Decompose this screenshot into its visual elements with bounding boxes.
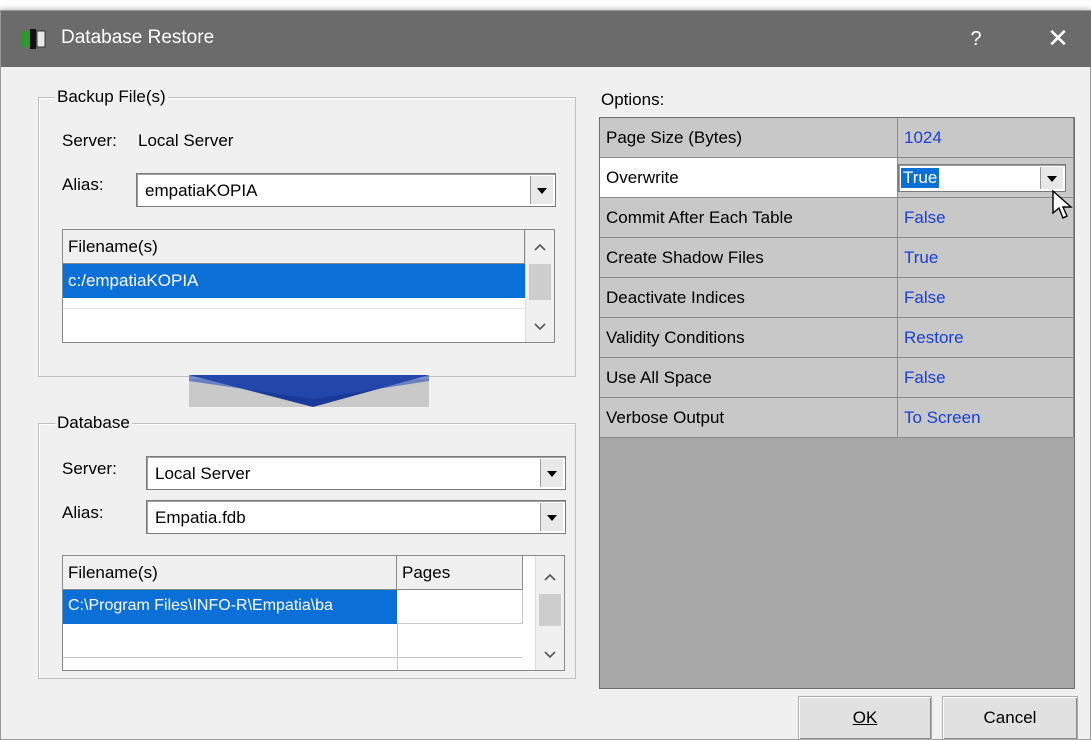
- scroll-down-icon[interactable]: [540, 646, 560, 664]
- database-restore-dialog: Database Restore ? ✕ Backup File(s) Serv…: [0, 10, 1091, 740]
- option-name: Overwrite: [606, 168, 679, 187]
- window-title: Database Restore: [61, 27, 215, 48]
- chevron-down-icon[interactable]: [530, 176, 553, 204]
- option-name: Use All Space: [606, 368, 712, 387]
- scrollbar-thumb[interactable]: [529, 264, 551, 300]
- option-value: 1024: [904, 128, 942, 147]
- database-server-value: Local Server: [155, 464, 251, 483]
- option-name: Commit After Each Table: [606, 208, 793, 227]
- backup-server-value: Local Server: [138, 131, 234, 150]
- mouse-cursor-icon: [1051, 189, 1075, 221]
- option-value: To Screen: [904, 408, 981, 427]
- ok-button-label: OK: [852, 708, 878, 727]
- overwrite-combo[interactable]: True: [898, 164, 1066, 192]
- backup-alias-label-text: Alias:: [62, 175, 104, 194]
- ok-button[interactable]: OK: [798, 696, 932, 740]
- option-name-cell[interactable]: Create Shadow Files: [600, 238, 898, 278]
- option-value-cell[interactable]: 1024: [898, 118, 1074, 158]
- database-alias-combo[interactable]: Empatia.fdb: [146, 500, 566, 534]
- database-files-list[interactable]: Filename(s) Pages C:\Program Files\INFO-…: [62, 555, 565, 671]
- option-value: False: [904, 288, 946, 307]
- title-bar[interactable]: Database Restore ? ✕: [1, 11, 1091, 67]
- option-value-cell[interactable]: False: [898, 278, 1074, 318]
- database-group-label: Database: [55, 413, 132, 433]
- option-name-cell[interactable]: Overwrite: [600, 158, 898, 198]
- backup-row-divider: [63, 308, 525, 309]
- backup-server-label: Server:: [62, 131, 117, 150]
- scroll-down-icon[interactable]: [530, 318, 550, 336]
- overwrite-value: True: [901, 168, 940, 188]
- option-value-cell[interactable]: Restore: [898, 318, 1074, 358]
- option-value-cell[interactable]: False: [898, 198, 1074, 238]
- database-pages-header[interactable]: Pages: [397, 556, 523, 590]
- option-value: False: [904, 208, 946, 227]
- backup-list-scrollbar[interactable]: [525, 230, 554, 342]
- database-file-row[interactable]: C:\Program Files\INFO-R\Empatia\ba: [63, 590, 397, 624]
- backup-alias-value: empatiaKOPIA: [145, 181, 258, 200]
- cancel-button-label: Cancel: [983, 708, 1037, 727]
- option-name-cell[interactable]: Validity Conditions: [600, 318, 898, 358]
- backup-alias-label: Alias:: [62, 175, 104, 195]
- cancel-button[interactable]: Cancel: [942, 696, 1078, 740]
- chevron-down-icon[interactable]: [1040, 167, 1063, 189]
- option-value-cell[interactable]: To Screen: [898, 398, 1074, 438]
- backup-files-group-label: Backup File(s): [55, 87, 168, 107]
- option-name-cell[interactable]: Deactivate Indices: [600, 278, 898, 318]
- scroll-up-icon[interactable]: [530, 238, 550, 256]
- database-empty-row: [63, 624, 523, 658]
- option-name: Deactivate Indices: [606, 288, 745, 307]
- option-value-cell[interactable]: False: [898, 358, 1074, 398]
- option-name-cell[interactable]: Use All Space: [600, 358, 898, 398]
- backup-file-row[interactable]: c:/empatiaKOPIA: [63, 264, 525, 298]
- database-alias-value: Empatia.fdb: [155, 508, 246, 527]
- database-alias-label: Alias:: [62, 503, 104, 522]
- option-name: Verbose Output: [606, 408, 725, 427]
- backup-filename-header-label: Filename(s): [68, 237, 158, 256]
- option-name: Create Shadow Files: [606, 248, 764, 267]
- scrollbar-thumb[interactable]: [539, 594, 561, 626]
- database-col-divider: [397, 624, 398, 670]
- options-grid[interactable]: Page Size (Bytes) 1024 Overwrite True Co…: [599, 117, 1075, 689]
- chevron-down-icon[interactable]: [540, 503, 563, 531]
- close-button[interactable]: ✕: [1036, 19, 1080, 59]
- option-value: Restore: [904, 328, 964, 347]
- database-server-combo[interactable]: Local Server: [146, 456, 566, 490]
- database-file-name: C:\Program Files\INFO-R\Empatia\ba: [68, 597, 333, 614]
- option-value: True: [904, 248, 939, 267]
- database-list-scrollbar[interactable]: [535, 556, 564, 670]
- backup-alias-combo[interactable]: empatiaKOPIA: [136, 173, 556, 207]
- backup-filename-header[interactable]: Filename(s): [63, 230, 525, 264]
- database-pages-header-label: Pages: [402, 563, 451, 582]
- database-filename-header[interactable]: Filename(s): [63, 556, 397, 590]
- option-name: Validity Conditions: [606, 328, 745, 347]
- option-value-cell[interactable]: True: [898, 238, 1074, 278]
- options-label: Options:: [601, 90, 665, 109]
- database-file-pages[interactable]: [397, 590, 523, 624]
- option-name: Page Size (Bytes): [606, 128, 743, 147]
- option-value-cell[interactable]: True: [898, 158, 1074, 198]
- scroll-up-icon[interactable]: [540, 568, 560, 586]
- restore-direction-arrow: [189, 369, 429, 409]
- option-value: False: [904, 368, 946, 387]
- chevron-down-icon[interactable]: [540, 459, 563, 487]
- help-button[interactable]: ?: [956, 19, 996, 59]
- backup-files-list[interactable]: Filename(s) c:/empatiaKOPIA: [62, 229, 555, 343]
- option-name-cell[interactable]: Verbose Output: [600, 398, 898, 438]
- database-filename-header-label: Filename(s): [68, 563, 158, 582]
- option-name-cell[interactable]: Commit After Each Table: [600, 198, 898, 238]
- backup-file-name: c:/empatiaKOPIA: [68, 271, 199, 290]
- database-server-label: Server:: [62, 459, 117, 478]
- option-name-cell[interactable]: Page Size (Bytes): [600, 118, 898, 158]
- database-app-icon: [19, 28, 47, 50]
